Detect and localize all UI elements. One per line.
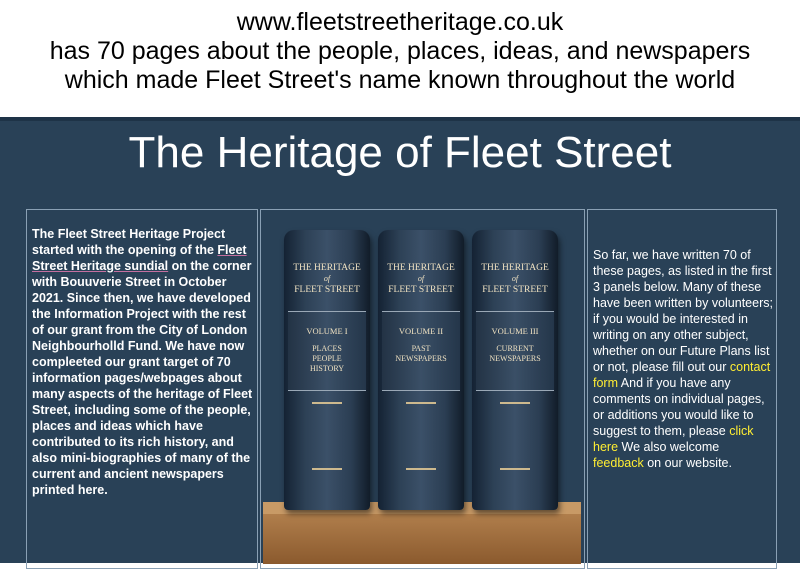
subtitle-line: HISTORY — [309, 364, 345, 373]
intro-text: The Fleet Street Heritage Project starte… — [32, 226, 254, 498]
book-title-of: of — [511, 274, 519, 283]
promo-banner: www.fleetstreetheritage.co.uk has 70 pag… — [0, 0, 800, 117]
feedback-link[interactable]: feedback — [593, 456, 644, 470]
banner-line-2: has 70 pages about the people, places, i… — [49, 37, 751, 65]
book-title-line2: FLEET STREET — [482, 285, 548, 295]
page-title: The Heritage of Fleet Street — [128, 128, 672, 177]
info-text: So far, we have written 70 of these page… — [593, 247, 773, 471]
spine-band — [406, 402, 436, 404]
book-volume-2[interactable]: THE HERITAGE of FLEET STREET VOLUME II P… — [378, 230, 464, 510]
book-title-line1: THE HERITAGE — [481, 263, 549, 273]
books-panel: THE HERITAGE of FLEET STREET VOLUME I PL… — [260, 209, 585, 569]
site-screenshot: The Heritage of Fleet Street The Fleet S… — [0, 117, 800, 569]
info-text-part: on our website. — [643, 456, 732, 470]
volume-subtitle: CURRENT NEWSPAPERS — [476, 344, 554, 364]
book-title: THE HERITAGE of FLEET STREET — [284, 262, 370, 296]
subtitle-line: NEWSPAPERS — [395, 354, 447, 363]
intro-panel: The Fleet Street Heritage Project starte… — [26, 209, 258, 569]
spine-band — [500, 402, 530, 404]
book-title: THE HERITAGE of FLEET STREET — [378, 262, 464, 296]
volume-number: VOLUME I — [306, 326, 348, 336]
book-title: THE HERITAGE of FLEET STREET — [472, 262, 558, 296]
spine-band — [312, 468, 342, 470]
spine-band — [312, 402, 342, 404]
book-title-line1: THE HERITAGE — [293, 263, 361, 273]
subtitle-line: NEWSPAPERS — [489, 354, 541, 363]
book-title-of: of — [323, 274, 331, 283]
book-title-of: of — [417, 274, 425, 283]
subtitle-line: PEOPLE — [312, 354, 342, 363]
info-text-part: So far, we have written 70 of these page… — [593, 248, 773, 374]
banner-line-3: which made Fleet Street's name known thr… — [64, 66, 736, 94]
subtitle-line: PLACES — [312, 344, 342, 353]
info-panel: So far, we have written 70 of these page… — [587, 209, 777, 569]
wooden-shelf — [263, 502, 581, 564]
banner-url[interactable]: www.fleetstreetheritage.co.uk — [0, 8, 800, 37]
spine-label: VOLUME I PLACES PEOPLE HISTORY — [288, 311, 366, 391]
top-divider — [0, 117, 800, 121]
book-volume-3[interactable]: THE HERITAGE of FLEET STREET VOLUME III … — [472, 230, 558, 510]
volume-number: VOLUME III — [491, 326, 539, 336]
spine-label: VOLUME III CURRENT NEWSPAPERS — [476, 311, 554, 391]
subtitle-line: PAST — [411, 344, 431, 353]
intro-text-rest: on the corner with Bouuverie Street in O… — [32, 259, 253, 497]
volume-subtitle: PLACES PEOPLE HISTORY — [288, 344, 366, 374]
volume-subtitle: PAST NEWSPAPERS — [382, 344, 460, 364]
spine-label: VOLUME II PAST NEWSPAPERS — [382, 311, 460, 391]
book-volume-1[interactable]: THE HERITAGE of FLEET STREET VOLUME I PL… — [284, 230, 370, 510]
subtitle-line: CURRENT — [496, 344, 534, 353]
book-title-line2: FLEET STREET — [388, 285, 454, 295]
book-title-line1: THE HERITAGE — [387, 263, 455, 273]
spine-band — [500, 468, 530, 470]
spine-band — [406, 468, 436, 470]
intro-text-start: The Fleet Street Heritage Project starte… — [32, 227, 226, 257]
volume-number: VOLUME II — [398, 326, 444, 336]
book-title-line2: FLEET STREET — [294, 285, 360, 295]
info-text-part: We also welcome — [618, 440, 720, 454]
